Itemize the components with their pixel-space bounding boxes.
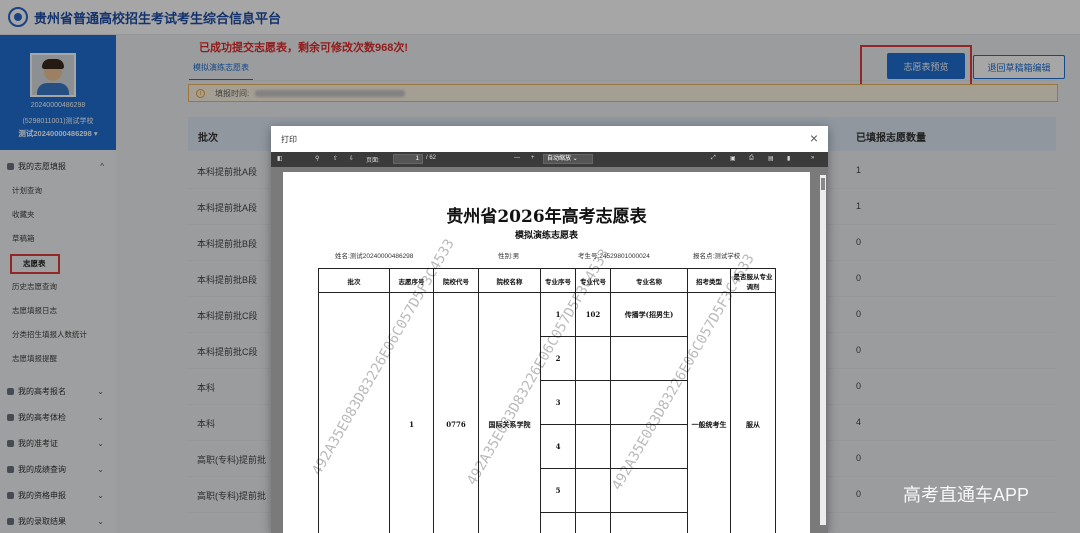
doc-gender: 性别:男 — [498, 253, 520, 260]
bookmark-icon[interactable]: ▮ — [787, 155, 790, 162]
pdf-toolbar: ◧ ⚲ ⇧ ⇩ 页面: 1 / 62 — + 自动缩放 ⌄ ⤢ ▣ ⎙ ▤ ▮ … — [271, 152, 828, 167]
pdf-page: 贵州省2026年高考志愿表 模拟演练志愿表 姓名:测试2024000048629… — [283, 172, 810, 533]
zoom-in-icon[interactable]: + — [531, 155, 535, 161]
zoom-out-icon[interactable]: — — [514, 155, 520, 161]
more-tools-icon[interactable]: » — [811, 155, 814, 161]
cell-major-name: 传播学(招男生) — [610, 292, 688, 337]
volunteer-table: 批次 志愿序号 院校代号 院校名称 专业序号 专业代号 专业名称 招考类型 是否… — [318, 268, 776, 533]
doc-site: 报名点:测试学校 — [693, 253, 741, 260]
open-file-icon[interactable]: ▣ — [730, 155, 736, 162]
page-up-icon[interactable]: ⇧ — [333, 155, 338, 162]
page-label: 页面: — [366, 158, 380, 164]
page-down-icon[interactable]: ⇩ — [349, 155, 354, 162]
modal-title: 打印 — [281, 135, 297, 144]
cell-obey: 服从 — [730, 292, 776, 533]
modal-header: 打印 × — [271, 126, 828, 153]
page-total: / 62 — [426, 155, 437, 161]
doc-title: 贵州省2026年高考志愿表 — [446, 207, 647, 227]
doc-name: 姓名:测试20240000486298 — [335, 253, 414, 260]
zoom-select[interactable]: 自动缩放 ⌄ — [543, 154, 593, 164]
pdf-viewer[interactable]: 贵州省2026年高考志愿表 模拟演练志愿表 姓名:测试2024000048629… — [271, 167, 828, 533]
sidebar-toggle-icon[interactable]: ◧ — [277, 155, 283, 162]
cell-college-code: 0776 — [433, 292, 479, 533]
download-icon[interactable]: ▤ — [768, 155, 774, 162]
page-number-input[interactable]: 1 — [393, 154, 423, 164]
brand-watermark: 高考直通车APP — [903, 485, 1030, 505]
doc-exam-no: 考生号:24529801000024 — [578, 253, 650, 260]
doc-subtitle: 模拟演练志愿表 — [514, 231, 578, 241]
pdf-scrollbar[interactable] — [820, 175, 826, 525]
close-icon[interactable]: × — [810, 131, 818, 145]
fullscreen-icon[interactable]: ⤢ — [711, 155, 716, 162]
print-modal: 打印 × ◧ ⚲ ⇧ ⇩ 页面: 1 / 62 — + 自动缩放 ⌄ ⤢ ▣ ⎙… — [271, 126, 828, 533]
search-icon[interactable]: ⚲ — [315, 155, 319, 162]
print-icon[interactable]: ⎙ — [749, 155, 754, 162]
